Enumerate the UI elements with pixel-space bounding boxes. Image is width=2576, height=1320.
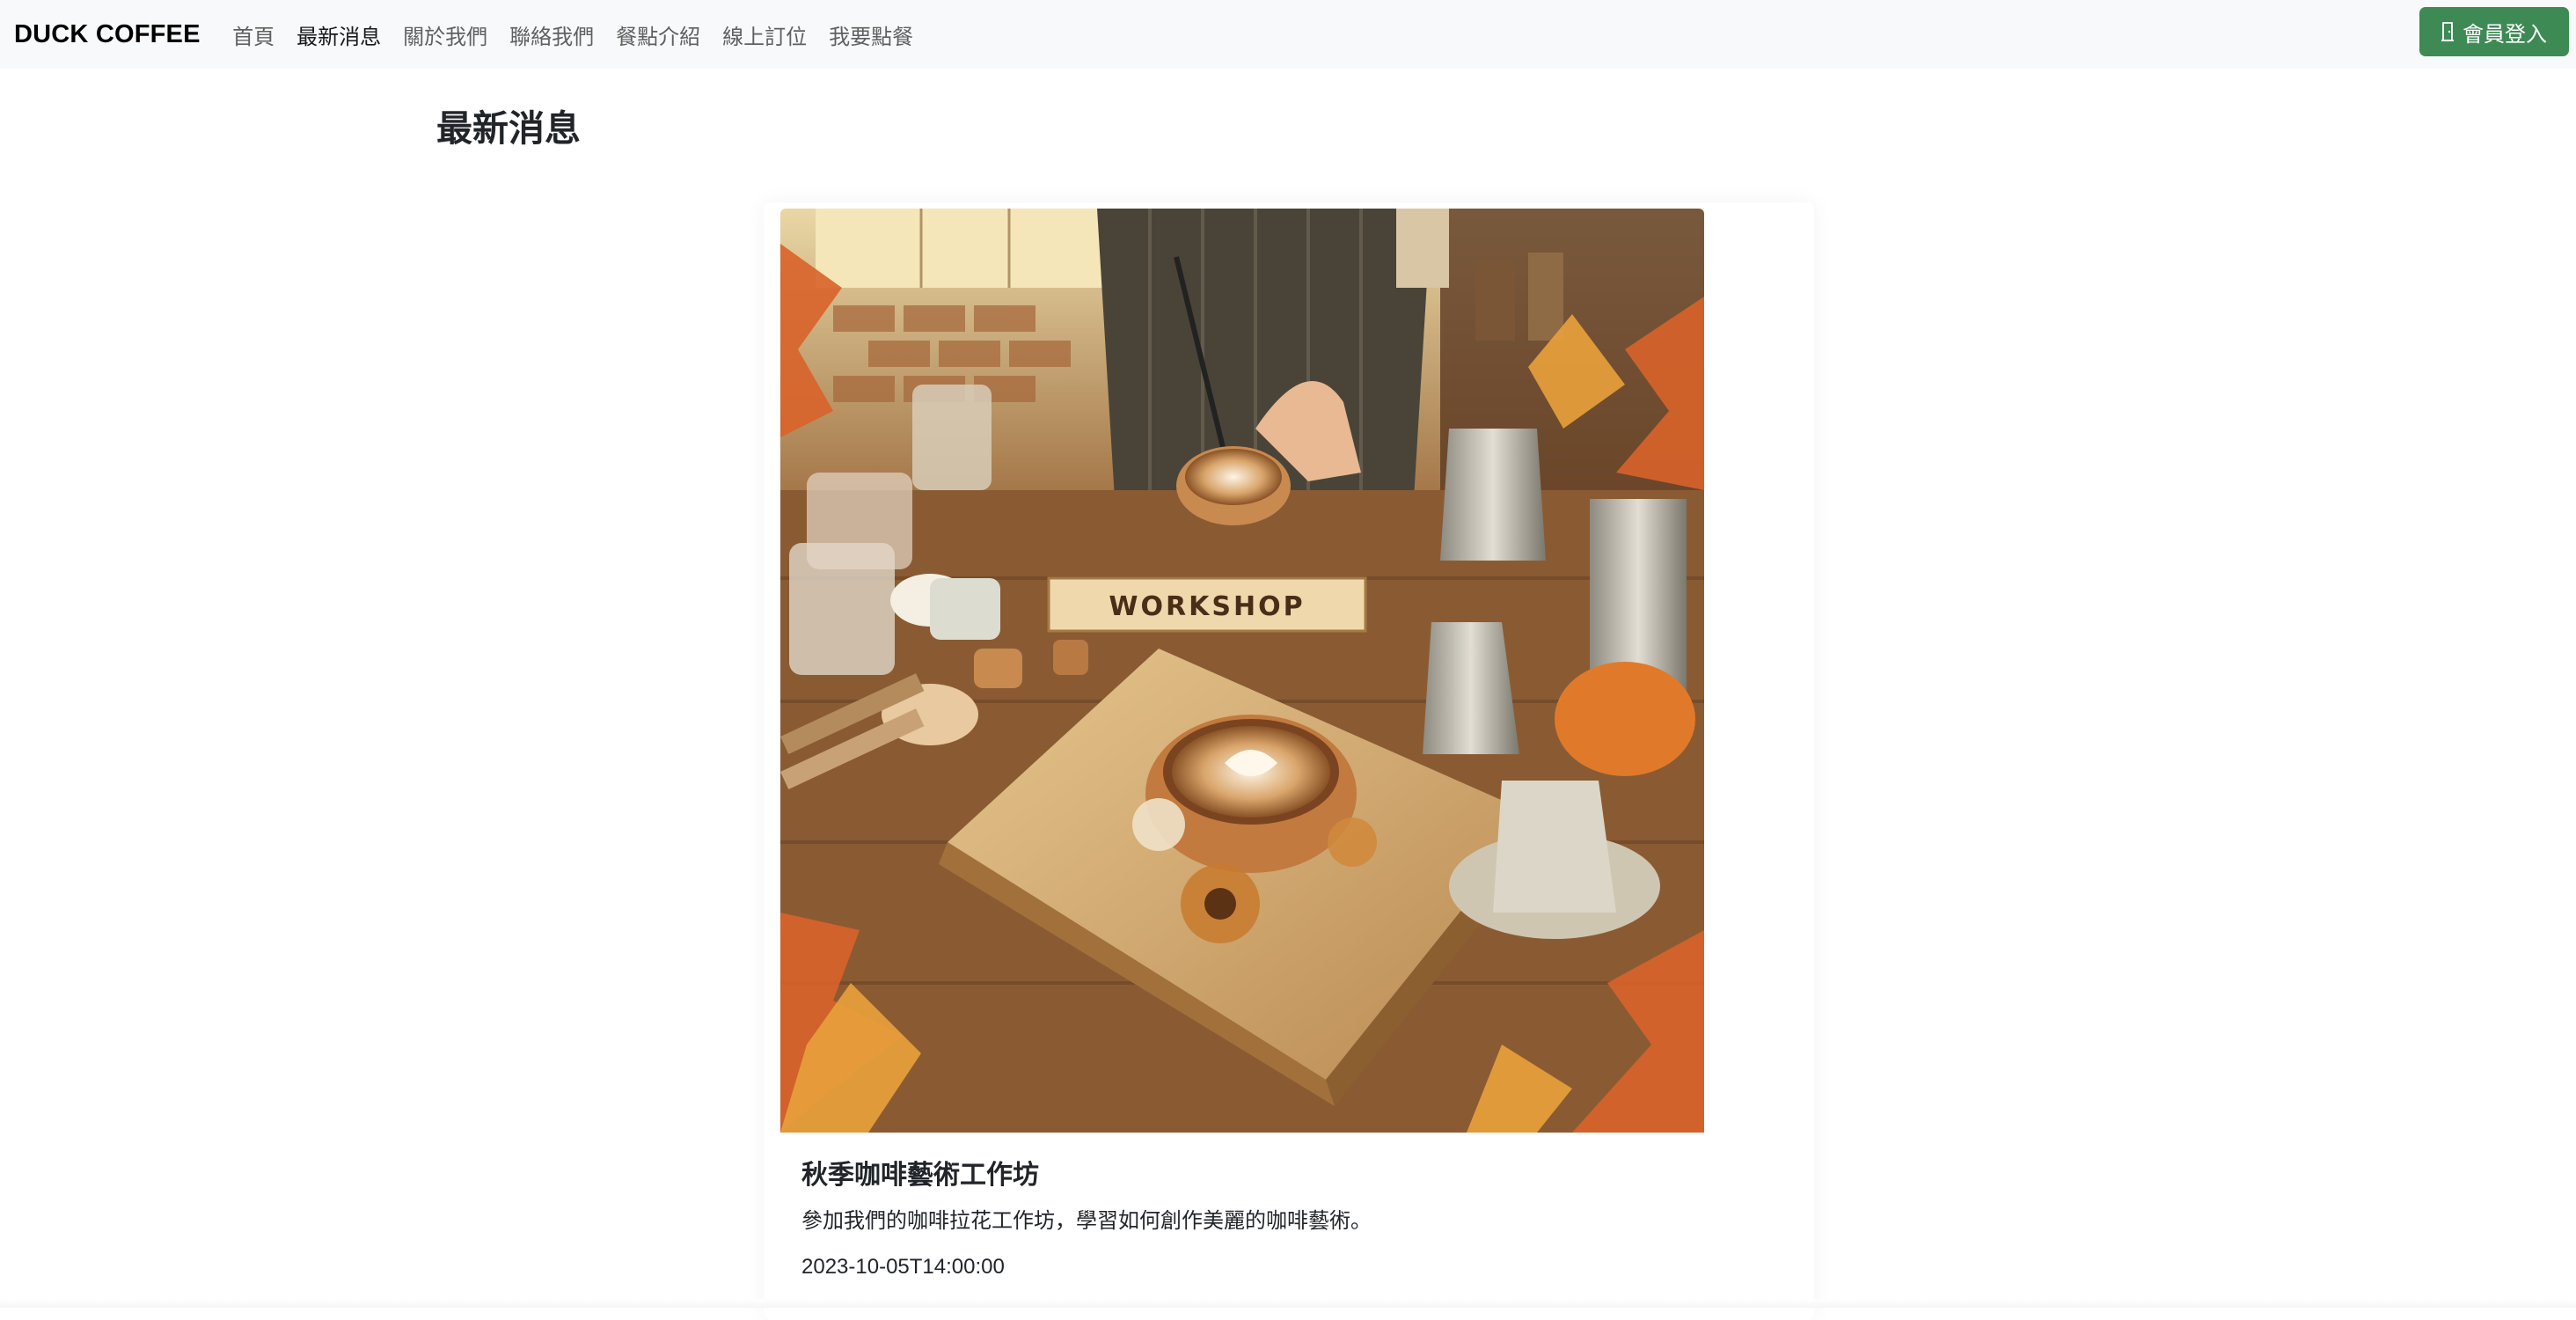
nav-link-menu[interactable]: 餐點介紹: [605, 19, 712, 50]
news-date: 2023-10-05T14:00:00: [801, 1255, 1005, 1279]
page-bottom-edge: [0, 1299, 2576, 1308]
page-title: 最新消息: [436, 108, 581, 149]
brand-logo[interactable]: DUCK COFFEE: [14, 20, 201, 49]
member-login-button[interactable]: 會員登入: [2419, 7, 2569, 56]
nav-link-contact[interactable]: 聯絡我們: [499, 19, 605, 50]
news-card[interactable]: WORKSHOP 秋季咖啡藝術工作坊 參加我們的咖啡拉花工作坊，學習如何創作美麗…: [764, 202, 1814, 1320]
news-image[interactable]: WORKSHOP: [780, 209, 1704, 1133]
news-description: 參加我們的咖啡拉花工作坊，學習如何創作美麗的咖啡藝術。: [801, 1209, 1372, 1233]
news-title: 秋季咖啡藝術工作坊: [801, 1161, 1039, 1190]
nav-link-news[interactable]: 最新消息: [286, 19, 392, 50]
nav-link-about[interactable]: 關於我們: [392, 19, 499, 50]
nav-link-order[interactable]: 我要點餐: [818, 19, 925, 50]
door-icon: [2441, 22, 2454, 41]
member-login-label: 會員登入: [2463, 22, 2547, 47]
nav-link-reservation[interactable]: 線上訂位: [712, 19, 818, 50]
nav-links: 首頁 最新消息 關於我們 聯絡我們 餐點介紹 線上訂位 我要點餐: [222, 19, 925, 50]
nav-link-home[interactable]: 首頁: [222, 19, 286, 50]
workshop-sign-label: WORKSHOP: [1109, 591, 1305, 622]
top-navbar: DUCK COFFEE 首頁 最新消息 關於我們 聯絡我們 餐點介紹 線上訂位 …: [0, 0, 2576, 69]
